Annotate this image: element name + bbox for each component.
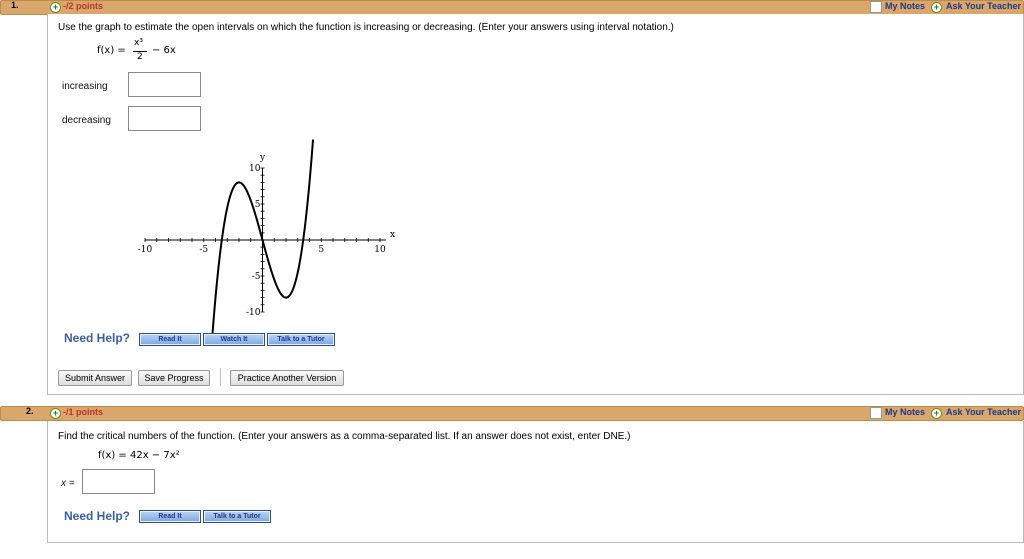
x-tick-label: -10: [138, 245, 153, 255]
question-number: 2.: [26, 406, 34, 416]
question-text: Find the critical numbers of the functio…: [58, 431, 631, 442]
question-1-panel: Use the graph to estimate the open inter…: [47, 14, 1024, 395]
read-it-button[interactable]: Read It: [139, 333, 201, 346]
notes-icon[interactable]: [870, 1, 882, 13]
question-2-header: 2. + -/1 points My Notes + Ask Your Teac…: [0, 406, 1024, 421]
formula-numerator: x³: [134, 38, 143, 48]
read-it-button[interactable]: Read It: [139, 510, 201, 523]
submit-answer-button[interactable]: Submit Answer: [58, 370, 132, 386]
my-notes-link[interactable]: My Notes: [885, 1, 925, 11]
my-notes-link[interactable]: My Notes: [885, 407, 925, 417]
y-tick-label: -10: [246, 308, 261, 318]
need-help-label: Need Help?: [64, 331, 131, 345]
formula-denominator: 2: [137, 52, 143, 62]
x-axis-label: x: [390, 230, 395, 240]
ask-teacher-plus-icon[interactable]: +: [931, 408, 942, 419]
x-tick-label: 10: [374, 245, 386, 255]
formula-rest: − 6x: [152, 45, 176, 56]
function-graph: -10 -5 5 10 10 5 -5 -10 x y: [138, 139, 395, 341]
x-tick-label: -5: [199, 245, 208, 255]
y-tick-label: 5: [255, 200, 261, 210]
talk-to-tutor-button[interactable]: Talk to a Tutor: [203, 510, 271, 523]
ask-teacher-link[interactable]: Ask Your Teacher: [946, 407, 1021, 417]
decreasing-label: decreasing: [62, 115, 111, 126]
need-help-label: Need Help?: [64, 509, 131, 523]
save-progress-button[interactable]: Save Progress: [138, 370, 210, 386]
ask-teacher-plus-icon[interactable]: +: [931, 2, 942, 13]
function-formula: f(x) = 42x − 7x²: [98, 450, 180, 461]
y-tick-label: -5: [252, 272, 261, 282]
ask-teacher-link[interactable]: Ask Your Teacher: [946, 1, 1021, 11]
x-label: x =: [61, 478, 75, 489]
question-number: 1.: [11, 0, 19, 10]
increasing-input[interactable]: [128, 72, 201, 97]
formula-lhs: f(x) =: [97, 45, 126, 56]
critical-numbers-input[interactable]: [82, 469, 155, 494]
points-label: -/2 points: [63, 1, 103, 11]
expand-plus-icon[interactable]: +: [50, 2, 61, 13]
watch-it-button[interactable]: Watch It: [203, 333, 265, 346]
decreasing-input[interactable]: [128, 106, 201, 131]
question-1-header: 1. + -/2 points My Notes + Ask Your Teac…: [0, 0, 1024, 15]
y-axis-label: y: [259, 153, 266, 163]
points-label: -/1 points: [63, 407, 103, 417]
practice-another-version-button[interactable]: Practice Another Version: [230, 370, 344, 386]
expand-plus-icon[interactable]: +: [50, 408, 61, 419]
x-tick-label: 5: [318, 245, 324, 255]
y-tick-label: 10: [249, 164, 261, 174]
button-divider: [220, 368, 221, 386]
question-text: Use the graph to estimate the open inter…: [58, 22, 674, 33]
notes-icon[interactable]: [870, 407, 882, 419]
increasing-label: increasing: [62, 81, 108, 92]
talk-to-tutor-button[interactable]: Talk to a Tutor: [267, 333, 335, 346]
question-2-panel: Find the critical numbers of the functio…: [47, 421, 1024, 543]
